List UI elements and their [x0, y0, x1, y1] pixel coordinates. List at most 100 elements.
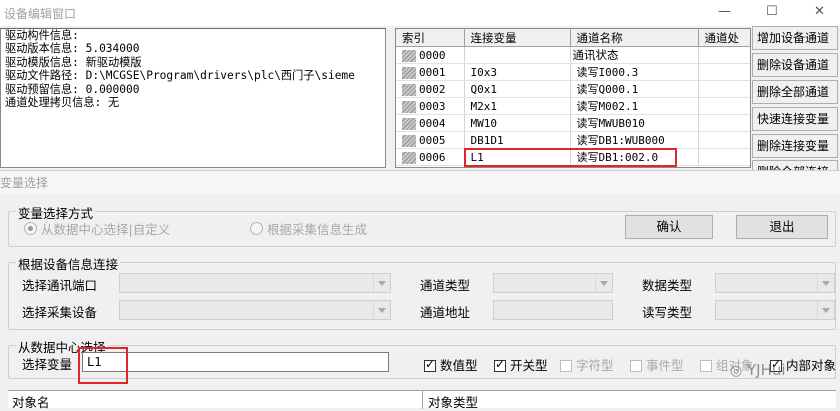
chevron-down-icon [373, 274, 390, 292]
chevron-down-icon [817, 274, 834, 292]
col-index[interactable]: 索引 [396, 29, 465, 47]
radio-icon [250, 222, 263, 235]
delete-all-channels-button[interactable]: 删除全部通道 [752, 80, 838, 104]
row-channel: 读写DB1:WUB000 [570, 131, 699, 149]
channel-addr-input[interactable] [493, 300, 613, 320]
device-select[interactable] [119, 300, 391, 320]
row-index: 0002 [419, 82, 446, 96]
pen-icon [402, 49, 416, 62]
quick-connect-button[interactable]: 快速连接变量 [752, 107, 838, 131]
option-device-label: 根据采集信息生成 [267, 222, 368, 237]
filter-event[interactable]: 事件型 [630, 355, 684, 374]
col-object-name[interactable]: 对象名 [12, 392, 50, 411]
col-channel-name[interactable]: 通道名称 [570, 29, 699, 47]
filter-numeric[interactable]: 数值型 [424, 355, 478, 374]
select-var-input[interactable]: L1 [82, 352, 389, 372]
table-row[interactable]: 0001 I0x3 读写I000.3 [396, 63, 750, 81]
driver-info-panel: 驱动构件信息: 驱动版本信息: 5.034000 驱动模版信息: 新驱动模版 驱… [0, 28, 386, 168]
row-channel: 读写M002.1 [570, 97, 699, 115]
info-line: 通道处理拷贝信息: 无 [5, 96, 120, 110]
highlight-box-row [464, 148, 677, 167]
exit-button[interactable]: 退出 [736, 215, 828, 239]
watermark: ◎ YJHui [730, 361, 786, 379]
checkbox-icon [560, 360, 572, 372]
add-channel-button[interactable]: 增加设备通道 [752, 26, 838, 50]
data-type-select[interactable] [715, 273, 835, 293]
checkbox-icon [494, 357, 506, 372]
chevron-down-icon [817, 301, 834, 319]
row-index: 0005 [419, 133, 446, 147]
rw-type-label: 读写类型 [642, 305, 693, 320]
filter-string-label: 字符型 [576, 358, 614, 373]
maximize-icon[interactable]: ☐ [766, 4, 778, 19]
column-divider[interactable] [422, 391, 423, 409]
filter-string[interactable]: 字符型 [560, 355, 614, 374]
pen-icon [402, 83, 416, 96]
channel-addr-label: 通道地址 [420, 305, 471, 320]
table-row[interactable]: 0005 DB1D1 读写DB1:WUB000 [396, 131, 750, 149]
pen-icon [402, 134, 416, 147]
channel-table-header: 索引 连接变量 通道名称 通道处 [396, 29, 750, 47]
row-index: 0000 [419, 48, 446, 62]
checkbox-icon [424, 357, 436, 372]
table-row[interactable]: 0003 M2x1 读写M002.1 [396, 97, 750, 115]
wechat-icon: ◎ [730, 363, 743, 379]
info-line: 驱动预留信息: 0.000000 [5, 82, 140, 96]
row-channel: 读写I000.3 [570, 63, 699, 81]
channel-type-select[interactable] [493, 273, 613, 293]
col-object-type[interactable]: 对象类型 [428, 392, 478, 411]
row-var: DB1D1 [464, 131, 571, 149]
radio-icon [24, 222, 37, 235]
row-var: M2x1 [464, 97, 571, 115]
confirm-button[interactable]: 确认 [625, 215, 713, 239]
row-index: 0004 [419, 116, 446, 130]
table-row[interactable]: 0002 Q0x1 读写Q000.1 [396, 80, 750, 98]
delete-channel-button[interactable]: 删除设备通道 [752, 53, 838, 77]
watermark-text: YJHui [747, 361, 786, 379]
data-type-label: 数据类型 [642, 278, 693, 293]
filter-event-label: 事件型 [646, 358, 684, 373]
pen-icon [402, 100, 416, 113]
checkbox-icon [630, 360, 642, 372]
checkbox-icon [700, 360, 712, 372]
delete-connect-button[interactable]: 删除连接变量 [752, 134, 838, 158]
highlight-box-input [78, 347, 128, 384]
info-line: 驱动模版信息: 新驱动模版 [5, 55, 142, 69]
row-var: MW10 [464, 114, 571, 132]
filter-numeric-label: 数值型 [440, 358, 478, 373]
filter-switch[interactable]: 开关型 [494, 355, 548, 374]
row-var: Q0x1 [464, 80, 571, 98]
table-row[interactable]: 0004 MW10 读写MWUB010 [396, 114, 750, 132]
option-center-radio[interactable]: 从数据中心选择|自定义 [24, 219, 170, 238]
row-var: I0x3 [464, 63, 571, 81]
row-channel: 读写Q000.1 [570, 80, 699, 98]
channel-type-label: 通道类型 [420, 278, 471, 293]
table-row[interactable]: 0000 通讯状态 [396, 46, 750, 64]
row-index: 0006 [419, 150, 446, 164]
col-connect-var[interactable]: 连接变量 [464, 29, 571, 47]
port-label: 选择通讯端口 [22, 278, 98, 293]
device-label: 选择采集设备 [22, 305, 98, 320]
port-select[interactable] [119, 273, 391, 293]
select-var-label: 选择变量 [22, 357, 73, 372]
row-channel: 读写MWUB010 [570, 114, 699, 132]
rw-type-select[interactable] [715, 300, 835, 320]
object-list-header: 对象名 对象类型 [8, 390, 836, 411]
row-var [464, 46, 571, 64]
row-index: 0001 [419, 65, 446, 79]
col-channel-proc[interactable]: 通道处 [698, 29, 750, 47]
dialog-titlebar: 变量选择 [0, 170, 840, 194]
info-line: 驱动版本信息: 5.034000 [5, 42, 140, 56]
option-device-radio[interactable]: 根据采集信息生成 [250, 219, 367, 238]
minimize-icon[interactable]: — [718, 4, 731, 19]
channel-table: 索引 连接变量 通道名称 通道处 0000 通讯状态 0001 I0x3 读写I… [395, 28, 751, 168]
pen-icon [402, 151, 416, 164]
row-channel: 通讯状态 [570, 46, 699, 64]
filter-switch-label: 开关型 [510, 358, 548, 373]
option-center-label: 从数据中心选择|自定义 [41, 222, 171, 237]
filter-internal-label: 内部对象 [786, 358, 837, 373]
device-group-label: 根据设备信息连接 [16, 254, 121, 273]
pen-icon [402, 66, 416, 79]
device-window-titlebar: 设备编辑窗口 — ☐ ✕ [0, 0, 840, 26]
close-icon[interactable]: ✕ [814, 4, 825, 19]
